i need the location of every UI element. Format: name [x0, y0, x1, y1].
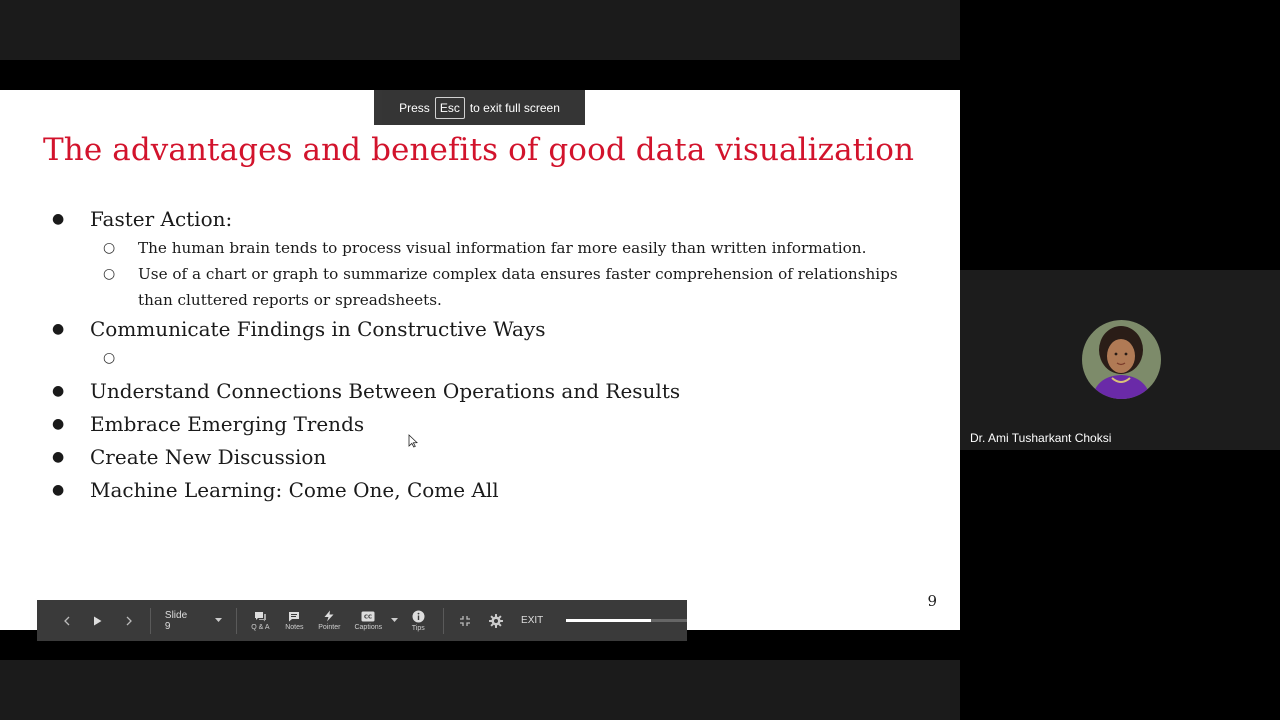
- next-slide-button[interactable]: [114, 600, 144, 641]
- notes-icon: [289, 611, 300, 621]
- exit-fullscreen-icon: [460, 615, 471, 626]
- slide-page-number: 9: [927, 592, 937, 610]
- exit-button[interactable]: EXIT: [512, 600, 552, 641]
- participant-name: Dr. Ami Tusharkant Choksi: [970, 431, 1112, 445]
- play-button[interactable]: [82, 600, 114, 641]
- previous-slide-button[interactable]: [52, 600, 82, 641]
- banner-suffix-text: to exit full screen: [469, 100, 560, 115]
- notes-button[interactable]: Notes: [277, 600, 311, 641]
- exit-label: EXIT: [521, 615, 544, 626]
- caret-down-icon: [215, 618, 223, 622]
- bullet-item: Communicate Findings in Constructive Way…: [52, 316, 932, 342]
- sub-bullet-item: ○ The human brain tends to process visua…: [52, 235, 932, 261]
- bullet-item: Faster Action:: [52, 206, 932, 232]
- letterbox-top: [0, 60, 960, 90]
- pointer-button[interactable]: Pointer: [311, 600, 347, 641]
- play-icon: [94, 616, 102, 625]
- notes-label: Notes: [285, 623, 304, 631]
- qa-button[interactable]: Q & A: [243, 600, 277, 641]
- slide-title: The advantages and benefits of good data…: [43, 132, 915, 168]
- tips-label: Tips: [411, 624, 425, 632]
- settings-button[interactable]: [480, 600, 512, 641]
- avatar: [1082, 320, 1161, 399]
- gear-icon: [489, 613, 504, 628]
- slide-select-label: Slide 9: [164, 609, 188, 632]
- sub-bullet-text: The human brain tends to process visual …: [138, 239, 867, 257]
- banner-press-text: Press: [399, 100, 430, 115]
- slide-progress-bar: [566, 619, 687, 622]
- chevron-left-icon: [64, 616, 70, 625]
- avatar-image: [1082, 320, 1161, 399]
- captions-label: Captions: [354, 623, 383, 631]
- presentation-toolbar: Slide 9 Q & A Notes Pointer CC Captions …: [37, 600, 687, 641]
- laser-pointer-icon: [324, 610, 334, 622]
- bullet-item: Understand Connections Between Operation…: [52, 378, 932, 404]
- bullet-item: Create New Discussion: [52, 444, 932, 470]
- sub-bullet-glyph: ○: [103, 266, 116, 282]
- participant-tile: Dr. Ami Tusharkant Choksi: [960, 270, 1280, 450]
- captions-button[interactable]: CC Captions: [347, 600, 389, 641]
- svg-text:CC: CC: [364, 614, 372, 620]
- pointer-label: Pointer: [318, 624, 341, 631]
- toolbar-divider: [443, 607, 445, 634]
- exit-fullscreen-button[interactable]: [450, 600, 480, 641]
- qa-label: Q & A: [251, 623, 270, 631]
- closed-captions-icon: CC: [361, 611, 375, 621]
- chevron-right-icon: [126, 616, 132, 625]
- sub-bullet-glyph: ○: [103, 350, 116, 366]
- captions-options-dropdown[interactable]: [389, 600, 399, 641]
- bullet-item: Embrace Emerging Trends: [52, 411, 932, 437]
- info-icon: [412, 610, 425, 622]
- sub-bullet-item: ○ Use of a chart or graph to summarize c…: [52, 261, 932, 313]
- caret-down-icon: [390, 618, 398, 622]
- sub-bullet-glyph: ○: [103, 240, 116, 256]
- sub-bullet-text: Use of a chart or graph to summarize com…: [138, 265, 898, 309]
- tips-button[interactable]: Tips: [399, 600, 437, 641]
- sub-bullet-item: ○: [52, 345, 932, 371]
- bullet-item: Machine Learning: Come One, Come All: [52, 477, 932, 503]
- exit-fullscreen-banner: Press Esc to exit full screen: [374, 90, 585, 125]
- toolbar-divider: [236, 607, 238, 634]
- slide: The advantages and benefits of good data…: [0, 90, 960, 630]
- qa-icon: [254, 611, 266, 621]
- bullet-list: Faster Action: ○ The human brain tends t…: [52, 206, 932, 503]
- toolbar-divider: [149, 607, 151, 634]
- esc-key-badge: Esc: [434, 96, 465, 119]
- slide-select-dropdown[interactable]: Slide 9: [157, 600, 231, 641]
- slide-progress-fill: [566, 619, 651, 622]
- mouse-pointer-icon: [408, 434, 418, 448]
